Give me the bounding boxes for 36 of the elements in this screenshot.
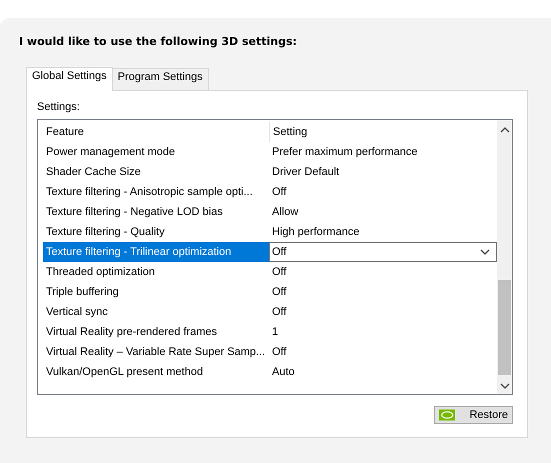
tab[interactable]: Global Settings: [26, 67, 113, 91]
feature-cell[interactable]: Threaded optimization: [43, 266, 269, 278]
section-heading: I would like to use the following 3D settings:: [19, 35, 298, 48]
setting-cell[interactable]: Off: [269, 266, 497, 278]
feature-cell[interactable]: Vulkan/OpenGL present method: [43, 366, 269, 378]
setting-cell[interactable]: Driver Default: [269, 166, 497, 178]
setting-dropdown[interactable]: Off: [269, 242, 497, 262]
chevron-up-icon[interactable]: [500, 126, 510, 133]
chevron-down-icon[interactable]: [500, 383, 510, 390]
feature-cell[interactable]: Vertical sync: [43, 306, 269, 318]
setting-cell[interactable]: Prefer maximum performance: [269, 146, 497, 158]
setting-cell[interactable]: Off: [269, 186, 497, 198]
setting-cell[interactable]: Allow: [269, 206, 497, 218]
setting-cell[interactable]: 1: [269, 326, 497, 338]
chevron-down-icon[interactable]: [480, 248, 490, 256]
setting-cell[interactable]: Off: [269, 286, 497, 298]
feature-cell[interactable]: Texture filtering - Trilinear optimization: [43, 242, 269, 262]
setting-cell[interactable]: Off: [269, 346, 497, 358]
settings-label: Settings:: [37, 101, 81, 113]
restore-button[interactable]: Restore: [434, 406, 513, 424]
setting-cell[interactable]: Auto: [269, 366, 497, 378]
scrollbar-thumb[interactable]: [498, 280, 511, 375]
setting-cell[interactable]: Off: [269, 306, 497, 318]
feature-cell[interactable]: Power management mode: [43, 146, 269, 158]
feature-cell[interactable]: Virtual Reality pre-rendered frames: [43, 326, 269, 338]
column-header[interactable]: Feature: [43, 126, 269, 138]
setting-cell[interactable]: High performance: [269, 226, 497, 238]
feature-cell[interactable]: Virtual Reality – Variable Rate Super Samp...: [43, 346, 269, 358]
scrollbar[interactable]: [497, 120, 512, 394]
feature-cell[interactable]: Texture filtering - Anisotropic sample opti...: [43, 186, 269, 198]
logo-icon: [439, 409, 456, 421]
feature-cell[interactable]: Texture filtering - Quality: [43, 226, 269, 238]
feature-cell[interactable]: Texture filtering - Negative LOD bias: [43, 206, 269, 218]
feature-cell[interactable]: Triple buffering: [43, 286, 269, 298]
feature-cell[interactable]: Shader Cache Size: [43, 166, 269, 178]
tab[interactable]: Program Settings: [112, 68, 209, 90]
